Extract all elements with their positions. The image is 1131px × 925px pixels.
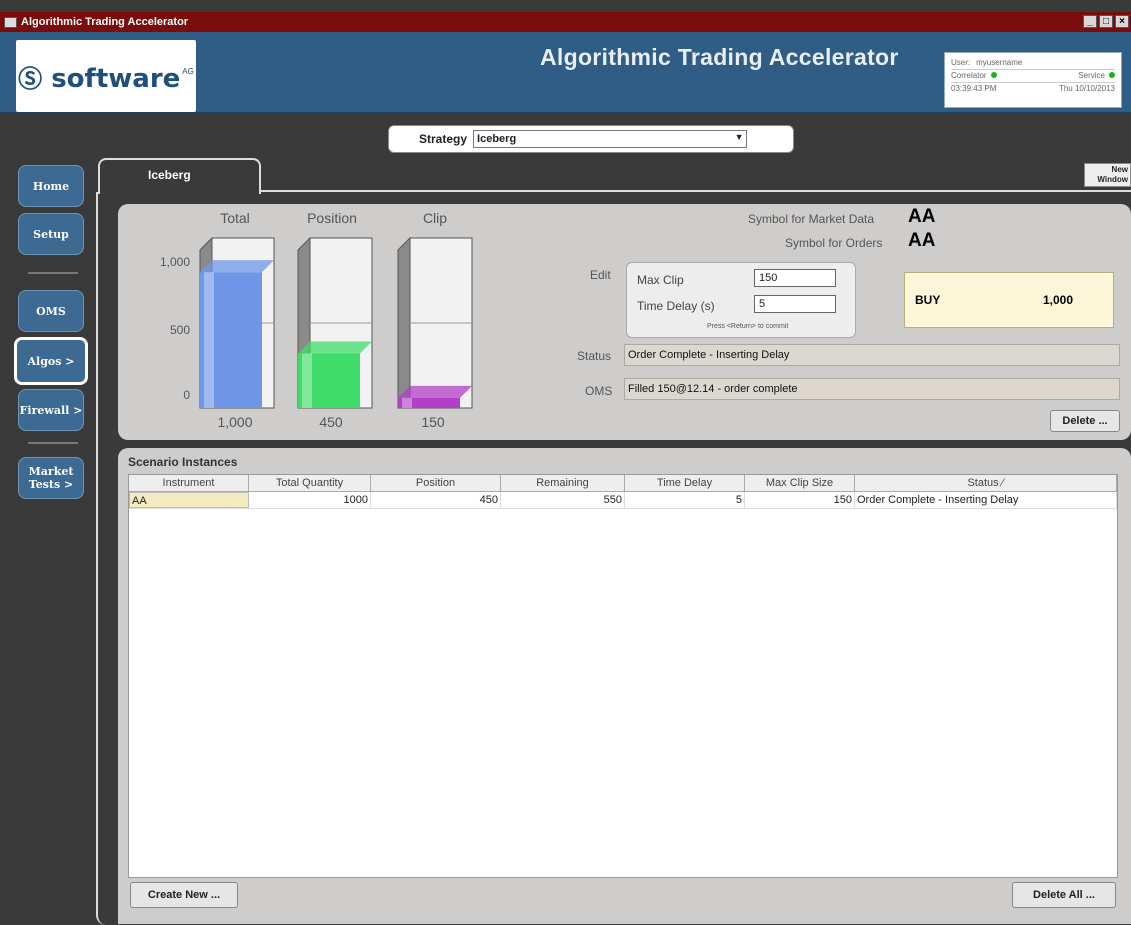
y-tick-label: 0 bbox=[183, 388, 190, 402]
symbol-orders-label: Symbol for Orders bbox=[785, 236, 883, 250]
software-ag-logo: Ⓢ software AG bbox=[16, 40, 196, 112]
order-quantity: 1,000 bbox=[1042, 293, 1073, 307]
max-clip-input[interactable]: 150 bbox=[754, 269, 836, 287]
chevron-down-icon[interactable]: ▼ bbox=[732, 132, 746, 146]
time-delay-label: Time Delay (s) bbox=[637, 299, 715, 313]
logo-sup: AG bbox=[182, 66, 194, 76]
column-header-total-quantity[interactable]: Total Quantity bbox=[249, 475, 371, 491]
chart-category-label: Clip bbox=[422, 210, 448, 226]
delete-button[interactable]: Delete ... bbox=[1050, 410, 1120, 432]
cell-total-quantity: 1000 bbox=[249, 492, 371, 508]
clock-time: 03:39:43 PM bbox=[951, 84, 997, 93]
column-header-position[interactable]: Position bbox=[371, 475, 501, 491]
edit-label: Edit bbox=[590, 268, 611, 282]
table-header: Instrument Total Quantity Position Remai… bbox=[129, 475, 1117, 492]
nav-home-button[interactable]: Home bbox=[18, 165, 84, 207]
app-title: Algorithmic Trading Accelerator bbox=[540, 44, 899, 70]
cell-status: Order Complete - Inserting Delay bbox=[855, 492, 1117, 508]
column-header-instrument[interactable]: Instrument bbox=[129, 475, 249, 491]
delete-all-button[interactable]: Delete All ... bbox=[1012, 882, 1116, 908]
time-delay-input[interactable]: 5 bbox=[754, 295, 836, 313]
nav-oms-button[interactable]: OMS bbox=[18, 290, 84, 332]
nav-divider bbox=[28, 272, 78, 274]
chart-value-label: 1,000 bbox=[217, 414, 253, 430]
y-tick-label: 1,000 bbox=[159, 255, 190, 269]
app-icon bbox=[4, 16, 17, 28]
bar-fill-top bbox=[298, 341, 372, 354]
status-label: Status bbox=[577, 349, 612, 363]
bar-fill-highlight bbox=[302, 353, 312, 408]
order-side: BUY bbox=[915, 293, 941, 307]
max-clip-label: Max Clip bbox=[637, 273, 684, 287]
cell-time-delay: 5 bbox=[625, 492, 745, 508]
nav-market-tests-button[interactable]: Market Tests > bbox=[18, 457, 84, 499]
symbol-market-value: AA bbox=[908, 206, 936, 227]
clock-date: Thu 10/10/2013 bbox=[1058, 84, 1115, 93]
cell-position: 450 bbox=[371, 492, 501, 508]
column-header-remaining[interactable]: Remaining bbox=[501, 475, 625, 491]
create-new-button[interactable]: Create New ... bbox=[130, 882, 238, 908]
nav-algos-button[interactable]: Algos > bbox=[14, 337, 88, 385]
scenario-instances-title: Scenario Instances bbox=[128, 455, 238, 469]
strategy-selected-value: Iceberg bbox=[477, 133, 517, 145]
window-controls: _ □ × bbox=[1083, 15, 1129, 28]
strategy-label: Strategy bbox=[419, 132, 468, 146]
minimize-button[interactable]: _ bbox=[1083, 15, 1097, 28]
new-window-button[interactable]: New Window bbox=[1084, 163, 1131, 187]
bar-fill-highlight bbox=[402, 397, 412, 408]
tab-iceberg[interactable]: Iceberg bbox=[98, 158, 261, 194]
nav-setup-button[interactable]: Setup bbox=[18, 213, 84, 255]
oms-label: OMS bbox=[585, 384, 613, 398]
table-row[interactable]: AA 1000 450 550 5 150 Order Complete - I… bbox=[129, 492, 1117, 509]
symbol-orders-value: AA bbox=[908, 230, 936, 251]
window-titlebar: Algorithmic Trading Accelerator _ □ × bbox=[0, 12, 1131, 32]
position-chart bbox=[199, 236, 473, 409]
bar-fill-highlight bbox=[204, 272, 214, 408]
edit-parameters-box: Max Clip 150 Time Delay (s) 5 Press <Ret… bbox=[626, 262, 856, 338]
user-label: User: bbox=[951, 58, 971, 67]
strategy-select[interactable]: Iceberg ▼ bbox=[473, 130, 748, 148]
correlator-status: Correlator bbox=[951, 70, 997, 82]
maximize-button[interactable]: □ bbox=[1099, 15, 1113, 28]
cell-remaining: 550 bbox=[501, 492, 625, 508]
chart-category-label: Total bbox=[220, 210, 250, 226]
close-button[interactable]: × bbox=[1115, 15, 1129, 28]
commit-hint: Press <Return> to commit bbox=[707, 323, 789, 330]
column-header-status[interactable]: Status ⁄ bbox=[855, 475, 1117, 491]
strategy-bar: Strategy Iceberg ▼ bbox=[388, 125, 794, 153]
cell-max-clip-size: 150 bbox=[745, 492, 855, 508]
nav-divider bbox=[28, 442, 78, 444]
cell-instrument[interactable]: AA bbox=[129, 492, 249, 508]
nav-firewall-button[interactable]: Firewall > bbox=[18, 389, 84, 431]
y-tick-label: 500 bbox=[169, 323, 190, 337]
chart-category-label: Position bbox=[307, 210, 357, 226]
service-status-icon bbox=[1109, 72, 1115, 78]
column-header-time-delay[interactable]: Time Delay bbox=[625, 475, 745, 491]
logo-text: Ⓢ software bbox=[18, 63, 181, 94]
oms-field: Filled 150@12.14 - order complete bbox=[624, 378, 1120, 400]
column-header-max-clip-size[interactable]: Max Clip Size bbox=[745, 475, 855, 491]
order-side-box: BUY 1,000 bbox=[904, 272, 1114, 328]
user-name: myusername bbox=[976, 58, 1023, 67]
bar-fill-top bbox=[200, 260, 274, 273]
correlator-status-icon bbox=[990, 72, 997, 78]
service-status: Service bbox=[1078, 70, 1115, 82]
chart-value-label: 450 bbox=[319, 414, 343, 430]
chart-value-label: 150 bbox=[421, 414, 445, 430]
bar-container-side bbox=[397, 236, 411, 409]
window-title: Algorithmic Trading Accelerator bbox=[21, 16, 189, 28]
scenario-table: Instrument Total Quantity Position Remai… bbox=[128, 474, 1118, 878]
user-status-box: User: myusername Correlator Service 03:3… bbox=[944, 52, 1122, 108]
symbol-market-label: Symbol for Market Data bbox=[748, 212, 875, 226]
status-field: Order Complete - Inserting Delay bbox=[624, 344, 1120, 366]
bar-fill-top bbox=[398, 385, 472, 398]
